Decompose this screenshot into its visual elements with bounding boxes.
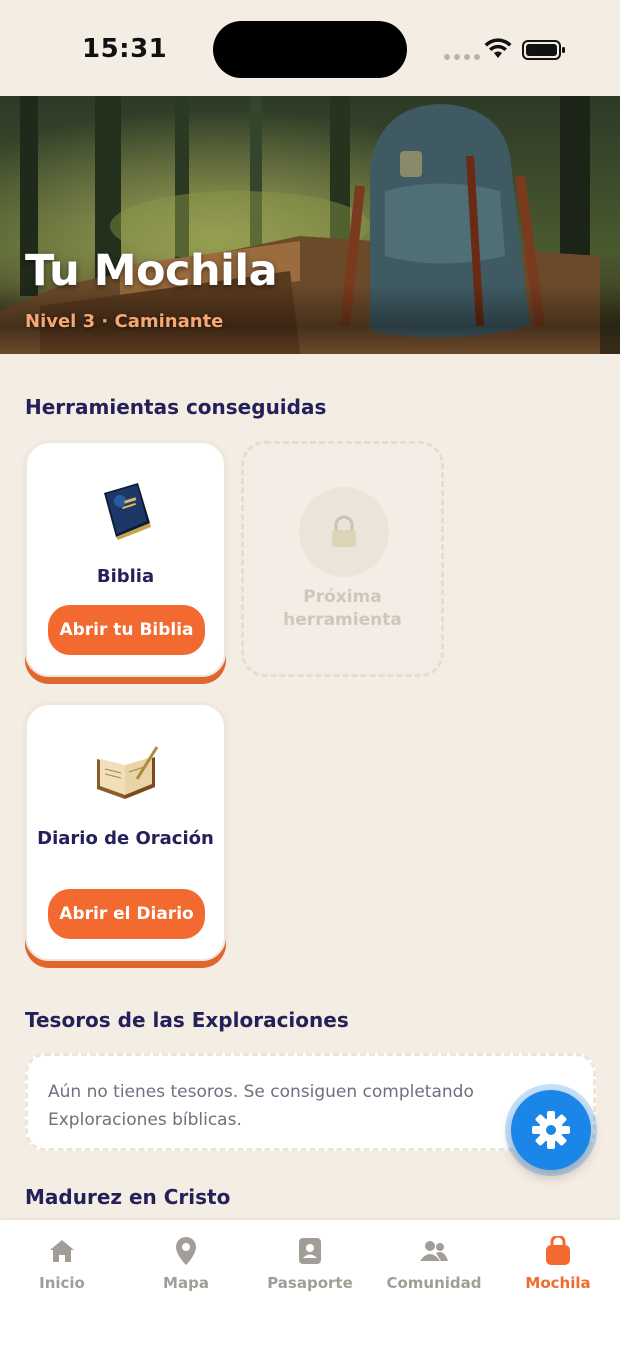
backpack-icon (546, 1236, 570, 1265)
settings-fab-button[interactable] (511, 1090, 591, 1170)
tab-pasaporte[interactable]: Pasaporte (248, 1234, 372, 1292)
passport-icon (299, 1238, 321, 1264)
home-icon (50, 1240, 74, 1262)
tab-label: Inicio (39, 1274, 85, 1292)
map-pin-icon (176, 1237, 196, 1265)
level-subtitle: Nivel 3 · Caminante (25, 311, 224, 332)
open-journal-button[interactable]: Abrir el Diario (48, 889, 205, 939)
treasures-section-title: Tesoros de las Exploraciones (25, 1008, 349, 1032)
locked-tool-label: Próxima herramienta (283, 587, 402, 630)
bible-book-icon (103, 483, 151, 540)
bottom-tab-bar: Inicio Mapa Pasaporte Comunidad Mochila (0, 1220, 620, 1348)
tab-mochila[interactable]: Mochila (496, 1234, 620, 1292)
treasures-empty-state: Aún no tienes tesoros. Se consiguen comp… (25, 1053, 596, 1151)
journal-book-icon (96, 746, 158, 799)
tab-label: Pasaporte (267, 1274, 353, 1292)
page-title: Tu Mochila (25, 246, 278, 296)
tab-mapa[interactable]: Mapa (124, 1234, 248, 1292)
status-time: 15:31 (82, 34, 168, 64)
gear-icon (532, 1111, 570, 1149)
tool-card-bible[interactable]: Biblia Abrir tu Biblia (25, 441, 226, 677)
tab-inicio[interactable]: Inicio (0, 1234, 124, 1292)
treasures-empty-text: Aún no tienes tesoros. Se consiguen comp… (48, 1082, 474, 1130)
tool-card-journal[interactable]: Diario de Oración Abrir el Diario (25, 703, 226, 961)
status-bar: 15:31 (0, 0, 620, 96)
tool-name: Biblia (96, 566, 155, 587)
padlock-icon (332, 515, 356, 547)
locked-tool-slot: Próxima herramienta (241, 441, 444, 677)
battery-icon (522, 40, 565, 60)
wifi-icon (484, 38, 512, 58)
tab-comunidad[interactable]: Comunidad (372, 1234, 496, 1292)
maturity-section-title: Madurez en Cristo (25, 1185, 231, 1209)
lock-badge (299, 487, 389, 577)
tab-label: Mapa (163, 1274, 209, 1292)
people-icon (420, 1241, 448, 1261)
dynamic-island (213, 21, 407, 78)
hero-banner: Tu Mochila Nivel 3 · Caminante (0, 96, 620, 354)
tab-label: Mochila (525, 1274, 591, 1292)
signal-dots-icon (444, 54, 480, 60)
tools-section-title: Herramientas conseguidas (25, 395, 327, 419)
open-bible-button[interactable]: Abrir tu Biblia (48, 605, 205, 655)
tab-label: Comunidad (386, 1274, 482, 1292)
tool-name: Diario de Oración (37, 828, 214, 849)
